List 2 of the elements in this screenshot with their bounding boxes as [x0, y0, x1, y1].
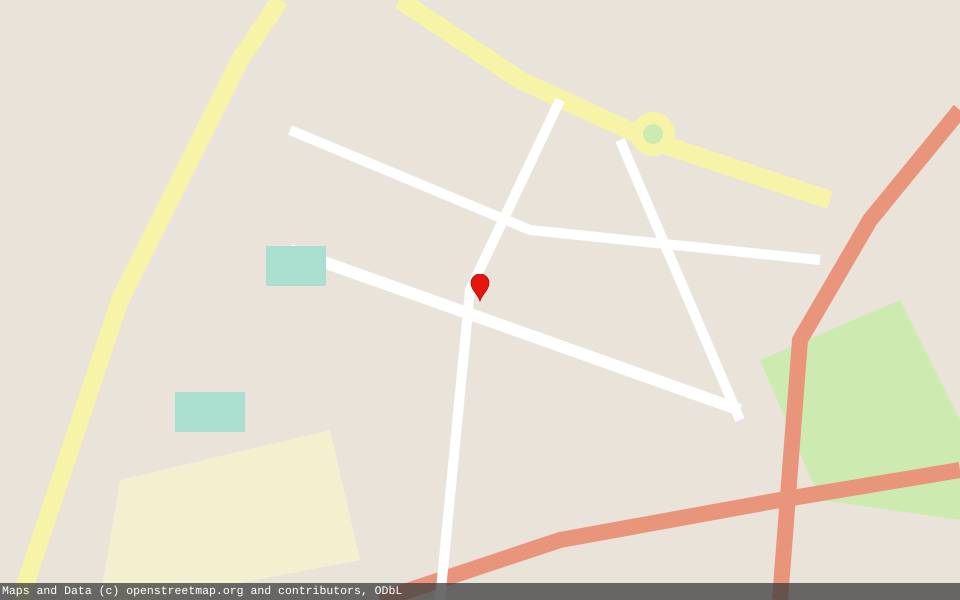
map-attribution-text: Maps and Data (c) openstreetmap.org and contributors, ODbL — [2, 585, 402, 598]
map-pin-icon[interactable] — [470, 274, 490, 302]
